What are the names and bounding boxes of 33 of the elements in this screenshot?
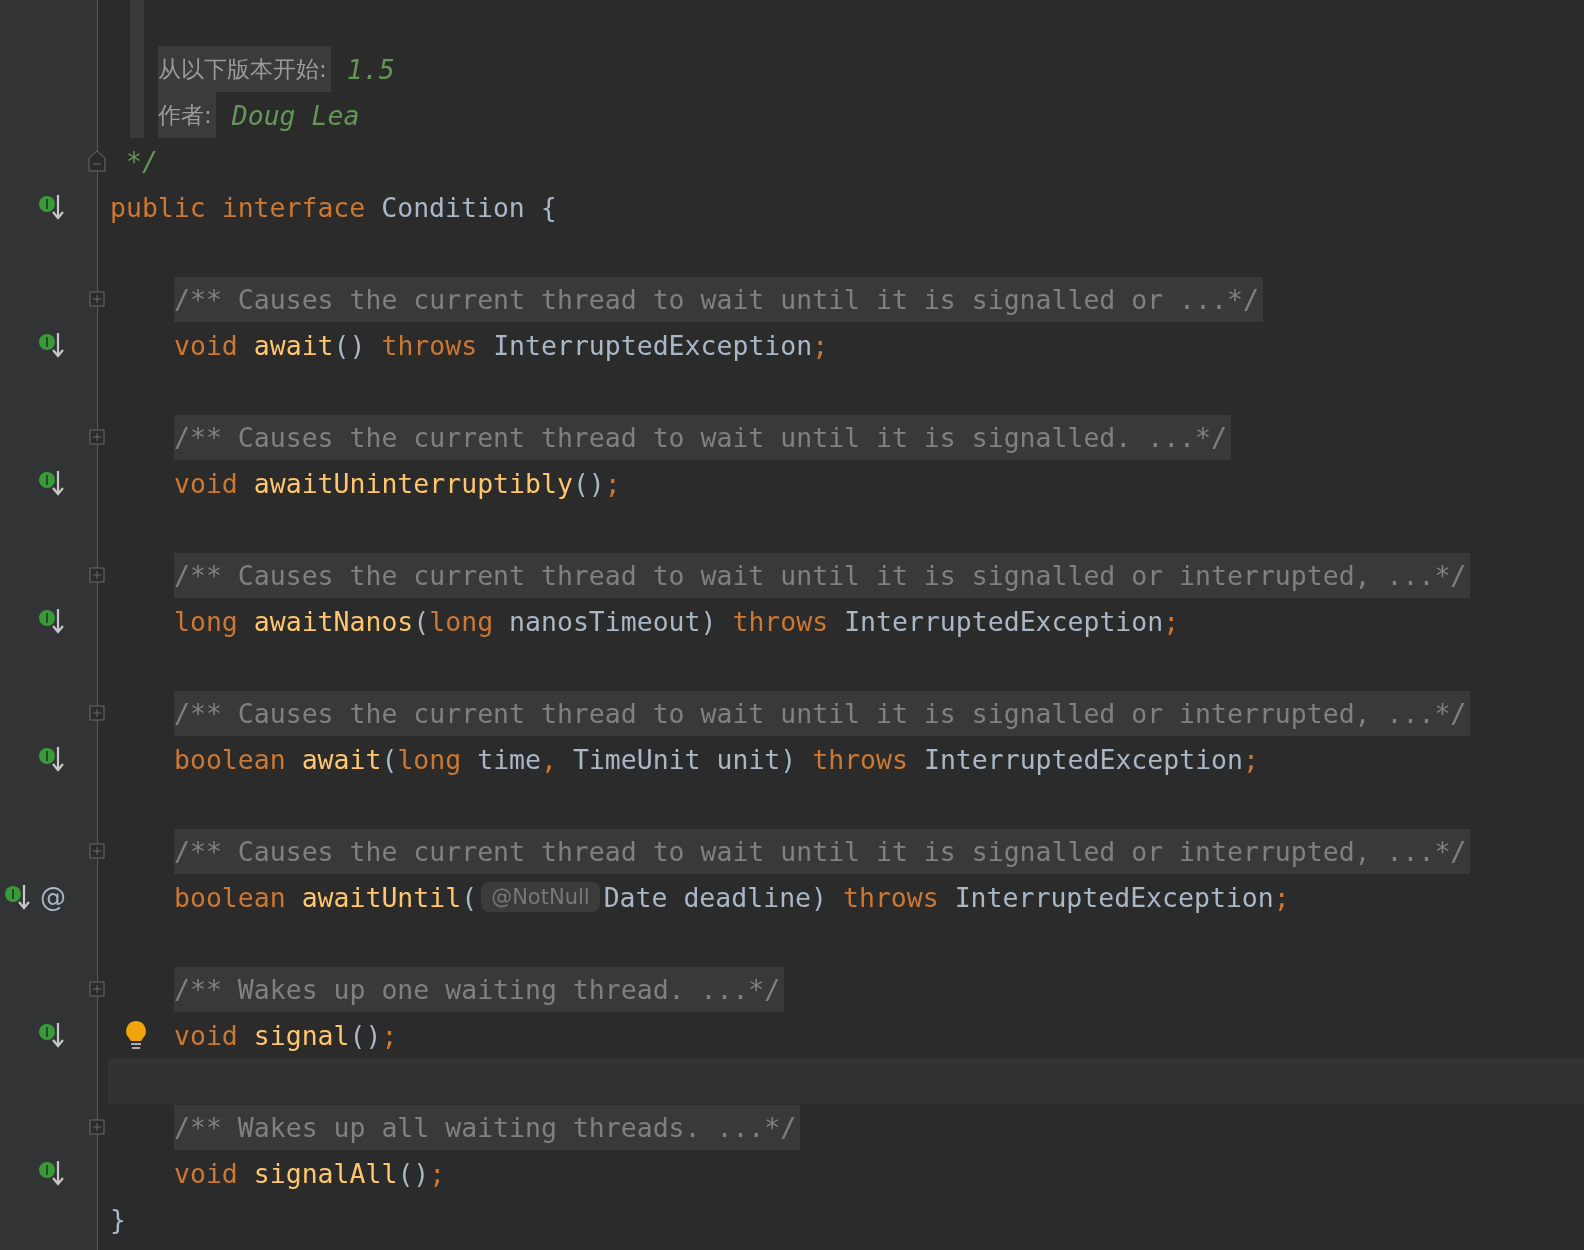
code-text: void signal();: [174, 1019, 398, 1051]
implemented-interface-icon[interactable]: [4, 883, 32, 911]
lightbulb-icon[interactable]: [124, 1020, 148, 1050]
doc-value: 1.5: [346, 53, 395, 85]
implemented-interface-icon[interactable]: [38, 1021, 66, 1049]
implemented-interface-icon[interactable]: [38, 1159, 66, 1187]
folded-comment[interactable]: /** Causes the current thread to wait until it is signalled or interrupted, ...*/: [174, 552, 1471, 598]
folded-comment[interactable]: /** Causes the current thread to wait until it is signalled or ...*/: [174, 276, 1263, 322]
inlay-hint: @NotNull: [481, 882, 600, 912]
annotation-mark: @: [40, 882, 66, 912]
implemented-interface-icon[interactable]: [38, 469, 66, 497]
code-text: Date deadline) throws InterruptedException;: [603, 881, 1290, 913]
implemented-interface-icon[interactable]: [38, 745, 66, 773]
folded-comment[interactable]: /** Causes the current thread to wait until it is signalled or interrupted, ...*/: [174, 828, 1471, 874]
code-text: public interface Condition {: [110, 191, 557, 223]
doc-label: 作者:: [158, 92, 216, 138]
code-text: boolean await(long time, TimeUnit unit) throws InterruptedException;: [174, 743, 1259, 775]
code-text: void awaitUninterruptibly();: [174, 467, 621, 499]
code-text: void await() throws InterruptedException;: [174, 329, 829, 361]
comment-end: */: [126, 145, 158, 177]
code-text: }: [110, 1203, 126, 1235]
folded-comment[interactable]: /** Causes the current thread to wait until it is signalled. ...*/: [174, 414, 1231, 460]
doc-value: Doug Lea: [231, 99, 360, 131]
code-text: long awaitNanos(long nanosTimeout) throws InterruptedException;: [174, 605, 1180, 637]
folded-comment[interactable]: /** Wakes up all waiting threads. ...*/: [174, 1104, 801, 1150]
implemented-interface-icon[interactable]: [38, 193, 66, 221]
implemented-interface-icon[interactable]: [38, 607, 66, 635]
code-text: void signalAll();: [174, 1157, 446, 1189]
folded-comment[interactable]: /** Wakes up one waiting thread. ...*/: [174, 966, 785, 1012]
implemented-interface-icon[interactable]: [38, 331, 66, 359]
code-text: boolean awaitUntil(: [174, 881, 478, 913]
folded-comment[interactable]: /** Causes the current thread to wait until it is signalled or interrupted, ...*/: [174, 690, 1471, 736]
doc-label: 从以下版本开始:: [158, 46, 331, 92]
